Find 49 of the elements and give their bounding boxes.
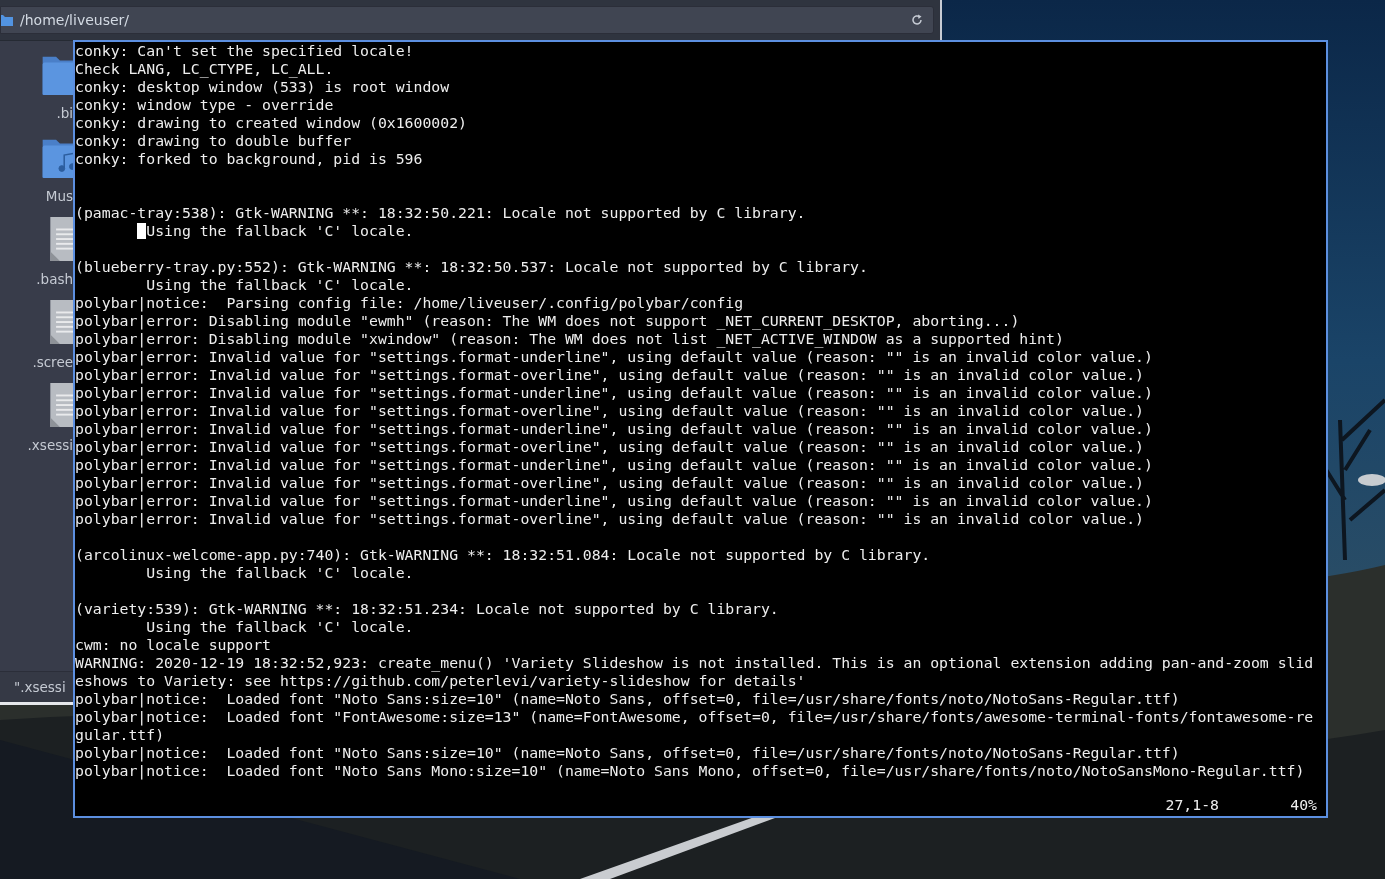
terminal-line: gular.ttf) bbox=[75, 726, 165, 744]
file-name[interactable]: .scree bbox=[32, 354, 73, 370]
terminal-line: conky: drawing to created window (0x1600002) bbox=[75, 114, 467, 132]
terminal-line: polybar|error: Invalid value for "settings.format-overline", using default value (reason: "" is an invalid color value.) bbox=[75, 474, 1145, 492]
folder-icon bbox=[1, 14, 13, 26]
terminal-line: polybar|error: Disabling module "ewmh" (reason: The WM does not support _NET_CURRENT_DESKTOP, aborting...) bbox=[75, 312, 1020, 330]
terminal-line: (pamac-tray:538): Gtk-WARNING **: 18:32:50.221: Locale not supported by C library. bbox=[75, 204, 806, 222]
terminal-line: polybar|error: Invalid value for "settings.format-overline", using default value (reason: "" is an invalid color value.) bbox=[75, 366, 1145, 384]
file-name[interactable]: .xsessi bbox=[27, 437, 73, 453]
terminal-line: polybar|error: Invalid value for "settings.format-underline", using default value (reason: "" is an invalid color value.) bbox=[75, 420, 1153, 438]
terminal-line: Using the fallback 'C' locale. bbox=[75, 222, 414, 240]
terminal-line: polybar|error: Disabling module "xwindow" (reason: The WM does not list _NET_ACTIVE_WINDOW as a supported hint) bbox=[75, 330, 1064, 348]
text-cursor bbox=[137, 223, 147, 239]
terminal-line: polybar|error: Invalid value for "settings.format-overline", using default value (reason: "" is an invalid color value.) bbox=[75, 402, 1145, 420]
terminal-line: (variety:539): Gtk-WARNING **: 18:32:51.234: Locale not supported by C library. bbox=[75, 600, 779, 618]
terminal-line: polybar|notice: Parsing config file: /home/liveuser/.config/polybar/config bbox=[75, 294, 744, 312]
terminal-line: conky: desktop window (533) is root window bbox=[75, 78, 450, 96]
terminal-line: polybar|error: Invalid value for "settings.format-underline", using default value (reason: "" is an invalid color value.) bbox=[75, 384, 1153, 402]
terminal-line: polybar|notice: Loaded font "Noto Sans:size=10" (name=Noto Sans, offset=0, file=/usr/share/fonts/noto/NotoSans-Regular.ttf) bbox=[75, 744, 1180, 762]
terminal-line: conky: drawing to double buffer bbox=[75, 132, 352, 150]
terminal-line: polybar|error: Invalid value for "settings.format-underline", using default value (reason: "" is an invalid color value.) bbox=[75, 456, 1153, 474]
cursor-position: 27,1-8 bbox=[1165, 796, 1219, 814]
file-name[interactable]: Mus bbox=[45, 188, 73, 204]
refresh-icon[interactable] bbox=[911, 14, 923, 26]
terminal-line: polybar|notice: Loaded font "Noto Sans Mono:size=10" (name=Noto Sans Mono, offset=0, file=/usr/share/fonts/noto/NotoSansMono-Regular.ttf) bbox=[75, 762, 1305, 780]
terminal-line: conky: window type - override bbox=[75, 96, 334, 114]
terminal-line: Using the fallback 'C' locale. bbox=[145, 564, 414, 582]
file-name[interactable]: .bash bbox=[36, 271, 73, 287]
terminal-line: Using the fallback 'C' locale. bbox=[145, 618, 414, 636]
file-name[interactable]: .bi bbox=[56, 105, 73, 121]
terminal-line: polybar|notice: Loaded font "Noto Sans:size=10" (name=Noto Sans, offset=0, file=/usr/share/fonts/noto/NotoSans-Regular.ttf) bbox=[75, 690, 1180, 708]
terminal-line: cwm: no locale support bbox=[75, 636, 271, 654]
terminal-line: eshows to Variety: see https://github.com/peterlevi/variety-slideshow for details' bbox=[75, 672, 806, 690]
terminal-line: Check LANG, LC_CTYPE, LC_ALL. bbox=[75, 60, 334, 78]
scroll-percent: 40% bbox=[1290, 796, 1317, 814]
path-bar[interactable]: /home/liveuser/ bbox=[0, 6, 934, 34]
terminal-line: conky: Can't set the specified locale! bbox=[75, 42, 414, 60]
terminal-line: conky: forked to background, pid is 596 bbox=[75, 150, 423, 168]
terminal-line: polybar|error: Invalid value for "settings.format-overline", using default value (reason: "" is an invalid color value.) bbox=[75, 438, 1145, 456]
terminal-line: Using the fallback 'C' locale. bbox=[145, 276, 414, 294]
terminal-line: (blueberry-tray.py:552): Gtk-WARNING **: 18:32:50.537: Locale not supported by C library. bbox=[75, 258, 868, 276]
terminal-line: polybar|notice: Loaded font "FontAwesome:size=13" (name=FontAwesome, offset=0, file=/usr/share/fonts/awesome-terminal-fonts/fontawesome-re bbox=[75, 708, 1314, 726]
path-text: /home/liveuser/ bbox=[20, 12, 131, 28]
terminal-line: WARNING: 2020-12-19 18:32:52,923: create_menu() 'Variety Slideshow is not installed. This is an optional extension adding pan-and-zoom slid bbox=[75, 654, 1314, 672]
status-text: ".xsessi bbox=[14, 679, 66, 695]
terminal-line: (arcolinux-welcome-app.py:740): Gtk-WARNING **: 18:32:51.084: Locale not supported by C library. bbox=[75, 546, 931, 564]
terminal-line: polybar|error: Invalid value for "settings.format-overline", using default value (reason: "" is an invalid color value.) bbox=[75, 510, 1145, 528]
terminal-line: polybar|error: Invalid value for "settings.format-underline", using default value (reason: "" is an invalid color value.) bbox=[75, 492, 1153, 510]
terminal-line: polybar|error: Invalid value for "settings.format-underline", using default value (reason: "" is an invalid color value.) bbox=[75, 348, 1153, 366]
